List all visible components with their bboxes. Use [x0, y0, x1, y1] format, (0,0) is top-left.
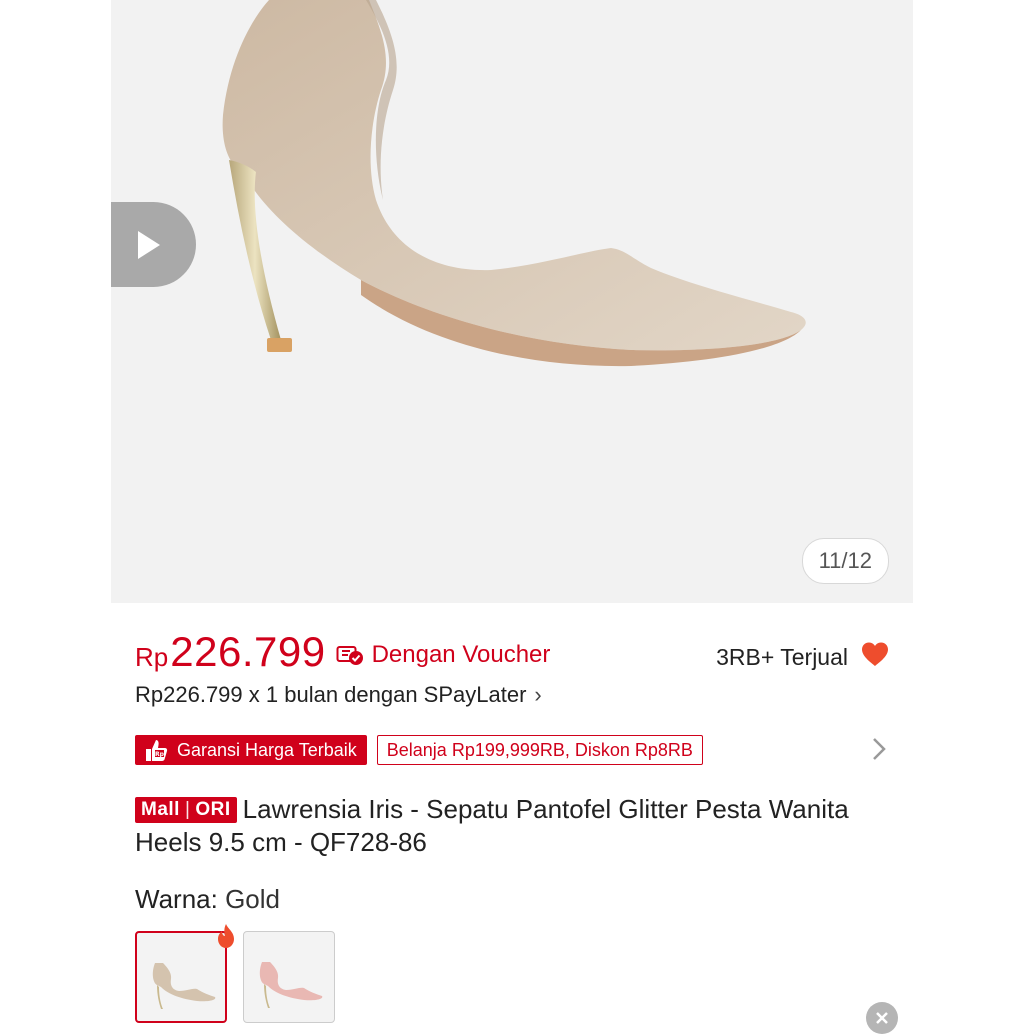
price-guarantee-label: Garansi Harga Terbaik	[177, 739, 357, 760]
close-floating-button[interactable]	[866, 1002, 898, 1034]
price-currency: Rp	[135, 642, 169, 672]
svg-text:Rp: Rp	[155, 751, 165, 758]
variant-option-pink[interactable]	[243, 931, 335, 1023]
promo-chevron-button[interactable]	[872, 737, 886, 766]
product-title-text: Lawrensia Iris - Sepatu Pantofel Glitter…	[135, 794, 849, 857]
image-counter: 11/12	[801, 538, 889, 584]
shoe-thumbnail-pink	[259, 962, 323, 1008]
mall-ori-badge: Mall | ORI	[135, 796, 237, 823]
voucher-icon	[336, 646, 363, 665]
price-row: Rp 226.799 Dengan Voucher	[135, 628, 550, 676]
favorite-button[interactable]	[860, 641, 890, 673]
paylater-text: Rp226.799 x 1 bulan dengan SPayLater	[135, 682, 527, 707]
price-guarantee-badge[interactable]: Rp Garansi Harga Terbaik	[135, 735, 367, 765]
heart-icon	[862, 642, 888, 666]
product-image-gallery[interactable]: 11/12	[111, 0, 913, 603]
voucher-info[interactable]: Dengan Voucher	[336, 641, 551, 669]
sold-text: 3RB+ Terjual	[716, 643, 848, 670]
fire-icon	[214, 923, 238, 954]
voucher-text: Dengan Voucher	[371, 641, 551, 668]
chevron-right-icon: ›	[534, 682, 542, 707]
spaylater-info[interactable]: Rp226.799 x 1 bulan dengan SPayLater ›	[135, 682, 542, 708]
variant-label-text: Warna:	[135, 884, 218, 914]
ori-label: ORI	[195, 799, 231, 820]
chevron-right-icon	[873, 738, 886, 760]
variant-selected-value: Gold	[225, 884, 280, 914]
product-title: Mall | ORI Lawrensia Iris - Sepatu Panto…	[135, 793, 855, 859]
mall-label: Mall	[141, 799, 180, 820]
price-guarantee-icon: Rp	[146, 740, 168, 761]
product-image	[222, 0, 806, 367]
shoe-thumbnail-gold	[152, 963, 216, 1009]
sold-count: 3RB+ Terjual	[716, 641, 890, 673]
play-icon	[137, 230, 160, 259]
play-video-button[interactable]	[111, 202, 196, 287]
variant-label: Warna: Gold	[135, 884, 280, 915]
discount-badge[interactable]: Belanja Rp199,999RB, Diskon Rp8RB	[376, 735, 703, 765]
close-icon	[876, 1012, 888, 1024]
price-amount: 226.799	[170, 628, 326, 675]
promo-badges: Rp Garansi Harga Terbaik Belanja Rp199,9…	[135, 735, 703, 765]
